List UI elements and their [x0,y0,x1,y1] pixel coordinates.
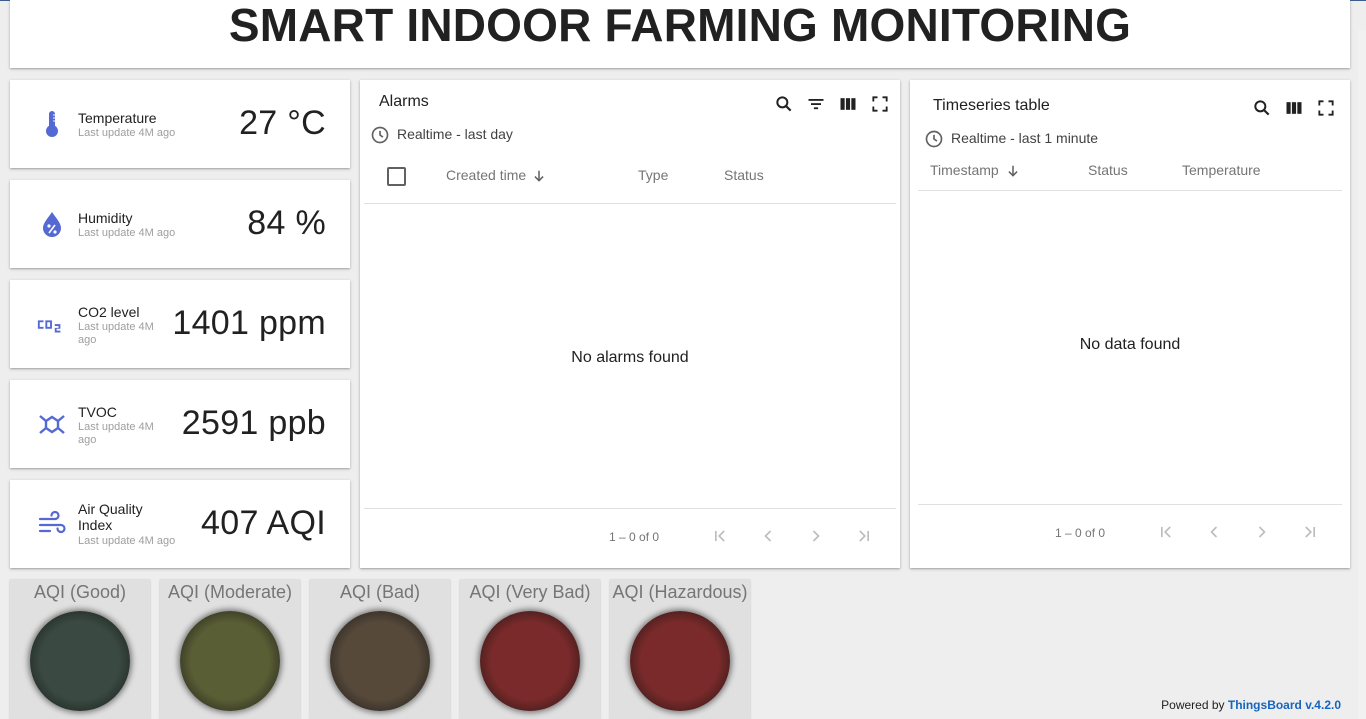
tvoc-value: 2591 ppb [181,404,326,442]
clock-icon [371,126,389,144]
humidity-updated: Last update 4M ago [78,227,176,239]
tvoc-updated: Last update 4M ago [78,421,154,446]
humidity-drop-icon [43,212,61,237]
columns-icon[interactable] [838,94,858,114]
column-type[interactable]: Type [638,167,668,183]
thingsboard-link[interactable]: ThingsBoard v.4.2.0 [1228,698,1341,712]
timeseries-timewindow[interactable]: Realtime - last 1 minute [951,130,1098,146]
temperature-card[interactable]: Temperature Last update 4M ago 27 °C [10,80,350,168]
aqi-updated: Last update 4M ago [78,535,176,547]
aqi-card[interactable]: Air Quality Index Last update 4M ago 407… [10,480,350,568]
thermometer-icon [46,111,58,137]
humidity-card[interactable]: Humidity Last update 4M ago 84 % [10,180,350,268]
filter-icon[interactable] [806,94,826,114]
title-card: SMART INDOOR FARMING MONITORING [10,0,1350,68]
tvoc-label: TVOC [78,404,117,420]
header-divider [364,203,896,204]
led-aqi-moderate: AQI (Moderate) [160,579,300,719]
temperature-updated: Last update 4M ago [78,127,176,139]
search-icon[interactable] [774,94,794,114]
co2-updated: Last update 4M ago [78,321,154,346]
alarms-widget: Alarms Realtime - last day Created time … [360,80,900,568]
led-indicator [330,611,430,711]
led-label: AQI (Good) [33,582,127,602]
column-status[interactable]: Status [724,167,764,183]
led-indicator [30,611,130,711]
timeseries-widget: Timeseries table Realtime - last 1 minut… [910,80,1350,568]
alarms-empty-message: No alarms found [571,349,689,366]
page-scrollbar[interactable] [1358,30,1366,719]
led-label: AQI (Moderate) [167,582,293,602]
temperature-label: Temperature [78,110,157,126]
first-page-icon[interactable] [1156,522,1176,542]
next-page-icon[interactable] [1252,522,1272,542]
humidity-value: 84 % [247,204,326,242]
led-aqi-very-bad: AQI (Very Bad) [460,579,600,719]
previous-page-icon[interactable] [1204,522,1224,542]
alarms-pagination-range: 1 – 0 of 0 [609,530,660,544]
alarms-timewindow[interactable]: Realtime - last day [397,126,513,142]
co2-icon [37,320,61,333]
molecule-icon [39,415,65,434]
alarms-title: Alarms [379,93,429,110]
column-timestamp[interactable]: Timestamp [930,162,999,178]
sort-arrow-down-icon [534,170,544,182]
sort-arrow-down-icon [1008,165,1018,177]
last-page-icon[interactable] [1300,522,1320,542]
fullscreen-icon[interactable] [1316,98,1336,118]
co2-label: CO2 level [78,304,140,320]
next-page-icon[interactable] [806,526,826,546]
temperature-value: 27 °C [239,104,326,142]
humidity-label: Humidity [78,210,133,226]
led-indicator [180,611,280,711]
led-aqi-good: AQI (Good) [10,579,150,719]
led-aqi-bad: AQI (Bad) [310,579,450,719]
led-label: AQI (Bad) [339,582,421,602]
timeseries-empty-message: No data found [1079,336,1181,353]
search-icon[interactable] [1252,98,1272,118]
aqi-label: Air Quality Index [78,501,143,533]
timeseries-title: Timeseries table [933,97,1050,114]
clock-icon [925,130,943,148]
timeseries-pagination-range: 1 – 0 of 0 [1055,526,1106,540]
led-indicator [480,611,580,711]
previous-page-icon[interactable] [758,526,778,546]
first-page-icon[interactable] [710,526,730,546]
fullscreen-icon[interactable] [870,94,890,114]
led-indicator [630,611,730,711]
columns-icon[interactable] [1284,98,1304,118]
led-label: AQI (Very Bad) [469,582,591,602]
column-temperature[interactable]: Temperature [1182,162,1261,178]
wind-icon [38,510,66,534]
aqi-value: 407 AQI [201,504,326,542]
led-aqi-hazardous: AQI (Hazardous) [610,579,750,719]
co2-value: 1401 ppm [172,304,326,342]
footer-divider [364,508,896,509]
tvoc-card[interactable]: TVOC Last update 4M ago 2591 ppb [10,380,350,468]
select-all-checkbox[interactable] [387,167,406,186]
led-label: AQI (Hazardous) [612,582,748,602]
co2-card[interactable]: CO2 level Last update 4M ago 1401 ppm [10,280,350,368]
page-title: SMART INDOOR FARMING MONITORING [228,0,1132,51]
last-page-icon[interactable] [854,526,874,546]
footer-divider [918,504,1342,505]
header-divider [918,190,1342,191]
powered-by-prefix: Powered by [1161,698,1225,712]
column-status[interactable]: Status [1088,162,1128,178]
powered-by: Powered by ThingsBoard v.4.2.0 [1161,698,1341,712]
column-created-time[interactable]: Created time [446,167,526,183]
